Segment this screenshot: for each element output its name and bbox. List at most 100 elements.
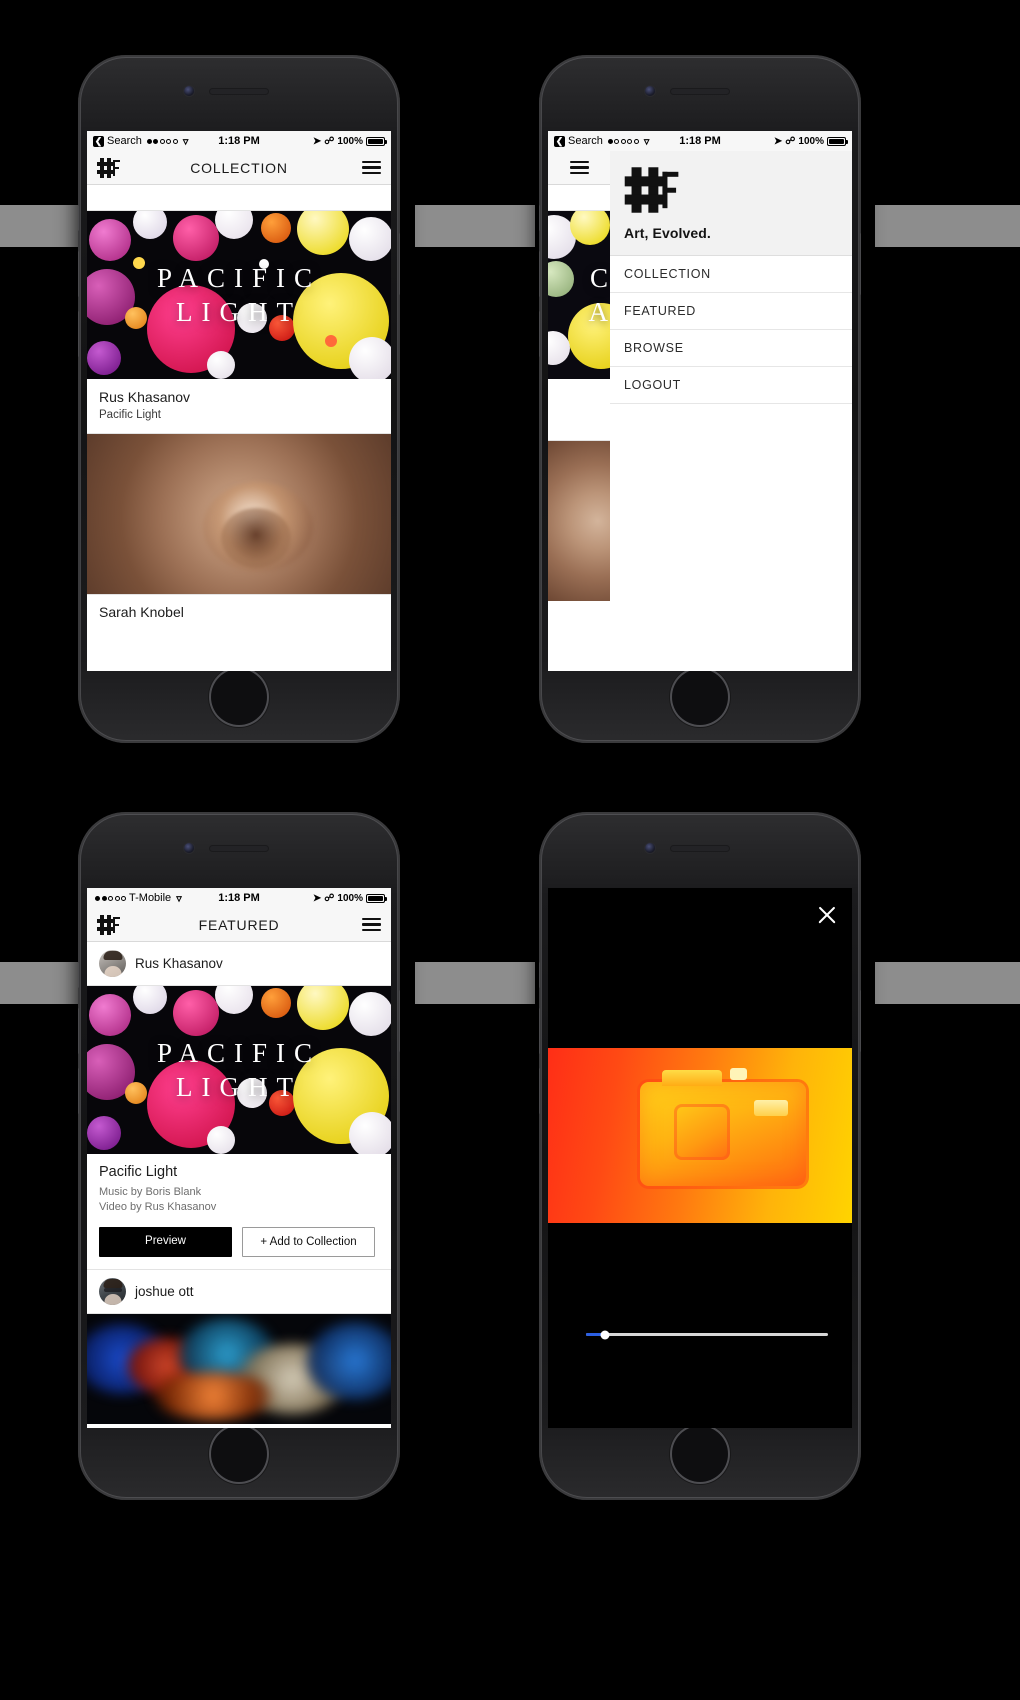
volume-up-button[interactable] (539, 251, 540, 297)
home-button[interactable] (211, 669, 267, 725)
artwork-title-line1: PACIFIC (156, 263, 322, 293)
video-player[interactable] (548, 888, 852, 1428)
peek-letter-1: C (589, 263, 608, 293)
back-chevron-icon[interactable]: ❮ (93, 135, 104, 147)
battery-icon (366, 136, 387, 146)
front-camera-icon (645, 86, 655, 96)
peek-spacer (548, 185, 610, 211)
peek-meta (548, 379, 610, 441)
screen-player (548, 888, 852, 1428)
peek-letter-2: A (588, 297, 609, 327)
screen-collection: ❮ Search ▿ 1:18 PM ➤ ☍ 100% COLLECTION P… (87, 131, 391, 671)
scrubber-knob[interactable] (600, 1330, 610, 1339)
credit-video: Video by Rus Khasanov (99, 1201, 217, 1213)
feed-user-row[interactable]: Rus Khasanov (87, 942, 391, 986)
card-meta[interactable]: Rus Khasanov Pacific Light (87, 379, 391, 434)
power-button[interactable] (860, 233, 861, 295)
user-name: joshue ott (135, 1284, 194, 1299)
close-icon[interactable] (816, 904, 838, 926)
camera-viewfinder-shape (754, 1100, 788, 1116)
volume-down-button[interactable] (78, 311, 79, 357)
signal-dots-icon (95, 895, 126, 901)
silent-switch[interactable] (78, 205, 79, 231)
camera-lens-shape (674, 1104, 730, 1160)
location-arrow-icon: ➤ (312, 892, 322, 904)
status-back-label: Search (107, 135, 142, 147)
page-title: FEATURED (198, 916, 280, 933)
artwork-pacific-light[interactable]: PACIFIC LIGHT (87, 986, 391, 1154)
bluetooth-icon: ☍ (324, 135, 335, 147)
power-button[interactable] (399, 990, 400, 1052)
hashtag-logo[interactable] (97, 914, 121, 936)
user-name: Rus Khasanov (135, 956, 223, 971)
page-title: COLLECTION (190, 159, 288, 176)
artwork-title-overlay: PACIFIC LIGHT (87, 211, 391, 379)
hashtag-logo[interactable] (97, 157, 121, 179)
collection-list[interactable]: PACIFIC LIGHT Rus Khasanov Pacific Light… (87, 185, 391, 671)
artwork-title-line2: LIGHT (176, 1072, 302, 1102)
status-bar: ❮ Search ▿ 1:18 PM ➤ ☍ 100% (548, 131, 852, 151)
front-camera-icon (645, 843, 655, 853)
volume-up-button[interactable] (78, 1008, 79, 1054)
avatar[interactable] (99, 1278, 126, 1305)
front-camera-icon (184, 86, 194, 96)
artwork-title-line2: LIGHT (176, 297, 302, 327)
phone-player (539, 812, 861, 1500)
silent-switch[interactable] (78, 962, 79, 988)
battery-icon (366, 893, 387, 903)
smoke-shape (220, 507, 291, 568)
featured-feed[interactable]: Rus Khasanov PACIFIC LIGHT Pacific Light… (87, 942, 391, 1428)
background-slab (875, 962, 1020, 1004)
home-button[interactable] (672, 669, 728, 725)
volume-up-button[interactable] (78, 251, 79, 297)
power-button[interactable] (860, 990, 861, 1052)
battery-percent: 100% (798, 135, 824, 147)
volume-up-button[interactable] (539, 1008, 540, 1054)
add-to-collection-button[interactable]: + Add to Collection (242, 1227, 375, 1257)
hashtag-logo (624, 165, 680, 215)
silent-switch[interactable] (539, 205, 540, 231)
hamburger-icon[interactable] (362, 917, 381, 932)
hamburger-icon[interactable] (362, 160, 381, 175)
credit-music: Music by Boris Blank (99, 1186, 202, 1198)
earpiece-speaker (671, 89, 729, 94)
wifi-icon: ▿ (182, 135, 189, 148)
screen-featured: T-Mobile ▿ 1:18 PM ➤ ☍ 100% FEATURED Rus… (87, 888, 391, 1428)
artwork-smoke[interactable] (87, 434, 391, 594)
menu-item-browse[interactable]: BROWSE (610, 330, 852, 367)
camera-top-shape (662, 1070, 722, 1086)
silent-switch[interactable] (539, 962, 540, 988)
video-frame[interactable] (548, 1048, 852, 1223)
nav-bar-featured: FEATURED (87, 908, 391, 942)
phone-featured: T-Mobile ▿ 1:18 PM ➤ ☍ 100% FEATURED Rus… (78, 812, 400, 1500)
status-bar: ❮ Search ▿ 1:18 PM ➤ ☍ 100% (87, 131, 391, 151)
camera-graphic (640, 1082, 806, 1186)
post-detail: Pacific Light Music by Boris Blank Video… (87, 1154, 391, 1269)
volume-down-button[interactable] (78, 1068, 79, 1114)
menu-item-logout[interactable]: LOGOUT (610, 367, 852, 404)
home-button[interactable] (672, 1426, 728, 1482)
preview-button[interactable]: Preview (99, 1227, 232, 1257)
artwork-pacific-light[interactable]: PACIFIC LIGHT (87, 211, 391, 379)
hamburger-icon[interactable] (548, 151, 610, 185)
location-arrow-icon: ➤ (312, 135, 322, 147)
bluetooth-icon: ☍ (785, 135, 796, 147)
peek-artwork-smoke (548, 441, 610, 601)
home-button[interactable] (211, 1426, 267, 1482)
artwork-abstract[interactable] (87, 1314, 391, 1424)
avatar[interactable] (99, 950, 126, 977)
signal-dots-icon (607, 138, 639, 144)
power-button[interactable] (399, 233, 400, 295)
playback-scrubber[interactable] (586, 1330, 828, 1339)
volume-down-button[interactable] (539, 311, 540, 357)
background-slab (415, 962, 535, 1004)
drawer-header: Art, Evolved. (610, 151, 852, 256)
underlying-collection-peek[interactable]: C A (548, 151, 610, 671)
menu-item-collection[interactable]: COLLECTION (610, 256, 852, 293)
feed-user-row[interactable]: joshue ott (87, 1269, 391, 1314)
volume-down-button[interactable] (539, 1068, 540, 1114)
menu-item-featured[interactable]: FEATURED (610, 293, 852, 330)
back-chevron-icon[interactable]: ❮ (554, 135, 565, 147)
background-slab (415, 205, 535, 247)
menu-drawer: Art, Evolved. COLLECTION FEATURED BROWSE… (610, 151, 852, 671)
